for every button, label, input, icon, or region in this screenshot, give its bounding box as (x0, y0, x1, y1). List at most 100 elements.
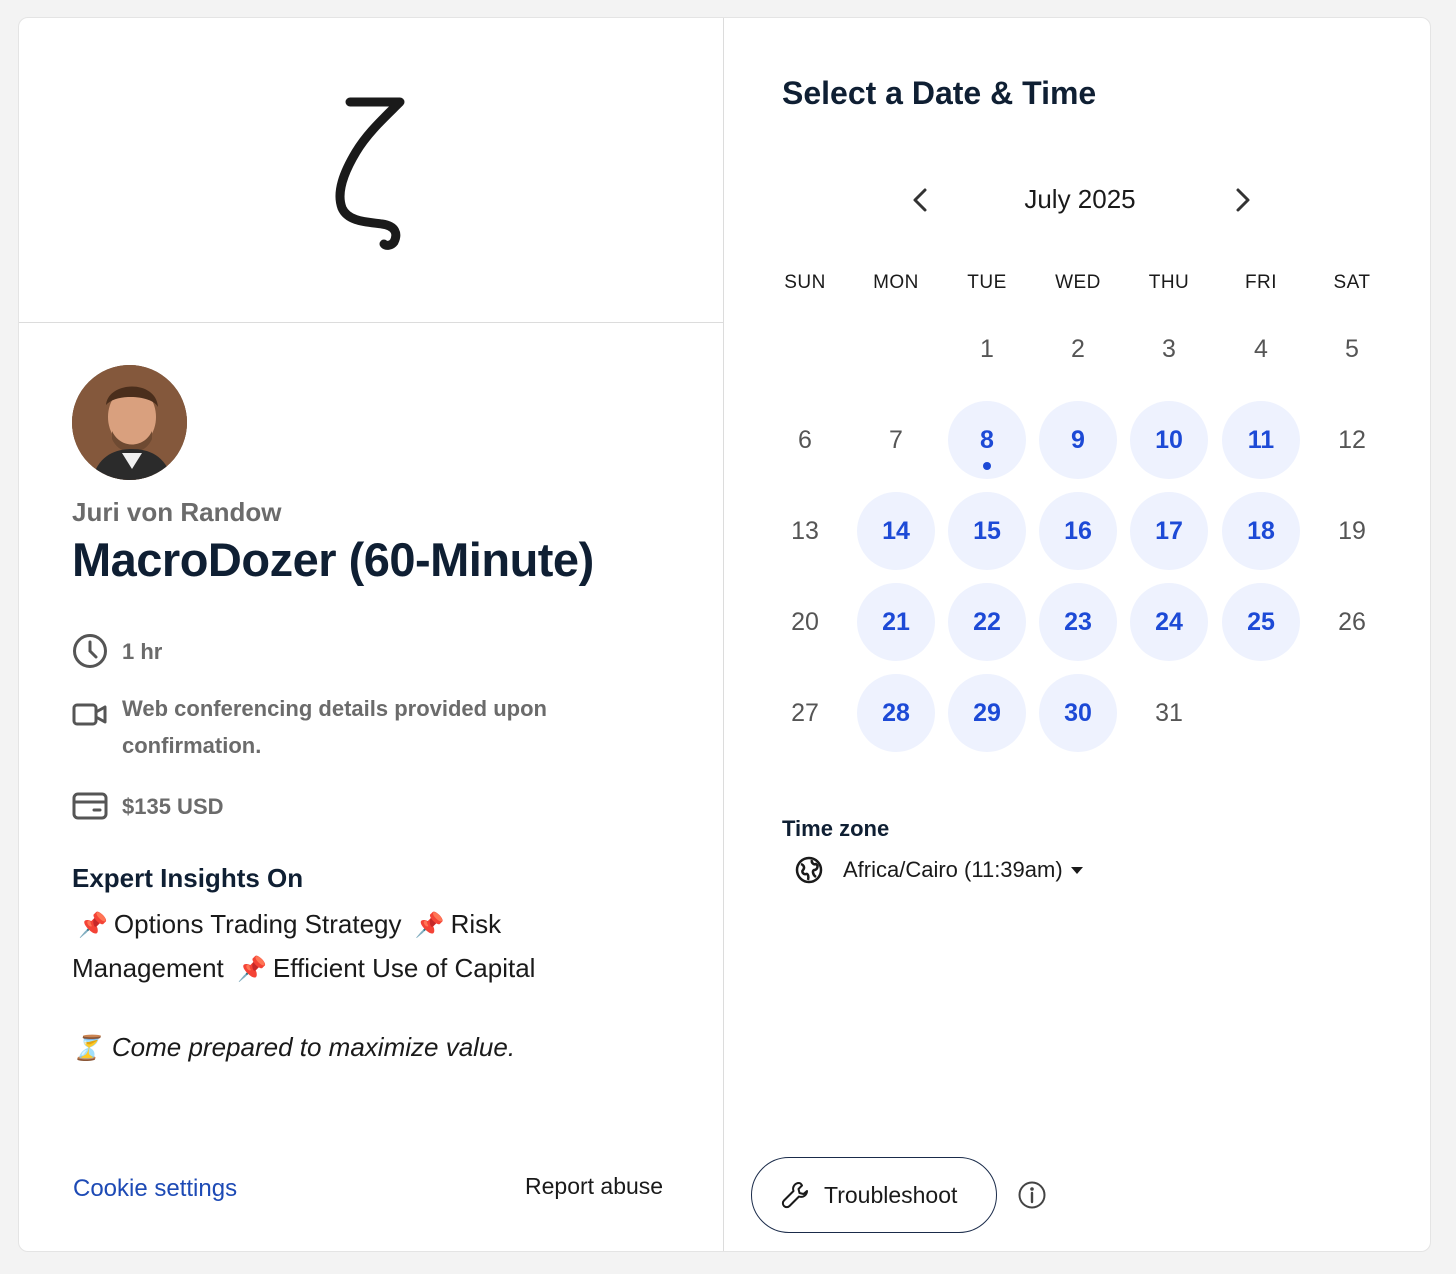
calendar-day: 12 (1313, 401, 1391, 479)
logo-area (19, 18, 724, 323)
calendar-day[interactable]: 15 (948, 492, 1026, 570)
calendar-day[interactable]: 14 (857, 492, 935, 570)
calendar-day[interactable]: 22 (948, 583, 1026, 661)
calendar-day: 4 (1222, 310, 1300, 388)
duration-text: 1 hr (122, 639, 163, 664)
day-number: 24 (1155, 607, 1183, 636)
month-label: July 2025 (1024, 184, 1136, 214)
weekday-sun: SUN (784, 272, 826, 293)
pushpin-icon: 📌 (414, 912, 445, 939)
day-number: 27 (791, 698, 819, 727)
calendar-day: 31 (1130, 674, 1208, 752)
timezone-select[interactable]: Africa/Cairo (11:39am) (795, 856, 1083, 884)
booking-card: Juri von Randow MacroDozer (60-Minute) 1… (18, 17, 1431, 1252)
day-number: 17 (1155, 516, 1183, 545)
day-number: 21 (882, 607, 910, 636)
conferencing-text: Web conferencing details provided upon c… (122, 696, 547, 758)
day-number: 18 (1247, 516, 1275, 545)
calendar-day: 13 (766, 492, 844, 570)
hourglass-icon: ⏳ (72, 1035, 102, 1062)
zeta-logo (335, 97, 405, 250)
day-number: 14 (882, 516, 910, 545)
day-number: 19 (1338, 516, 1366, 545)
insights-list: 📌 Options Trading Strategy 📌 Risk Manageme… (72, 903, 632, 991)
insight-item: Options Trading Strategy (113, 909, 402, 939)
wrench-icon (781, 1182, 808, 1209)
price-row: $135 USD (72, 788, 224, 825)
calendar-day: 2 (1039, 310, 1117, 388)
date-picker-panel: Select a Date & Time July 2025 SUN MON TUE… (725, 18, 1430, 1251)
day-number: 5 (1345, 334, 1359, 363)
calendar-day: 5 (1313, 310, 1391, 388)
weekday-tue: TUE (967, 272, 1007, 293)
today-indicator (983, 462, 991, 470)
weekday-wed: WED (1055, 272, 1101, 293)
day-number: 25 (1247, 607, 1275, 636)
calendar-day[interactable]: 24 (1130, 583, 1208, 661)
host-avatar (72, 365, 187, 480)
prep-note: ⏳ Come prepared to maximize value. (72, 1032, 515, 1063)
price-text: $135 USD (122, 794, 224, 819)
report-abuse-link[interactable]: Report abuse (525, 1173, 663, 1200)
day-number: 8 (980, 425, 994, 454)
month-navigation: July 2025 (725, 178, 1430, 222)
calendar-day[interactable]: 16 (1039, 492, 1117, 570)
calendar-day[interactable]: 25 (1222, 583, 1300, 661)
calendar-day: 27 (766, 674, 844, 752)
day-number: 23 (1064, 607, 1092, 636)
day-number: 9 (1071, 425, 1085, 454)
day-number: 20 (791, 607, 819, 636)
calendar-day[interactable]: 10 (1130, 401, 1208, 479)
day-number: 29 (973, 698, 1001, 727)
calendar-day[interactable]: 17 (1130, 492, 1208, 570)
day-number: 13 (791, 516, 819, 545)
calendar-day[interactable]: 28 (857, 674, 935, 752)
pushpin-icon: 📌 (237, 956, 267, 983)
insight-item: Management (72, 953, 224, 983)
day-number: 1 (980, 334, 994, 363)
duration-row: 1 hr (72, 633, 162, 670)
prep-text: Come prepared to maximize value. (111, 1032, 516, 1062)
insight-item: Risk (450, 909, 502, 939)
calendar-day: 19 (1313, 492, 1391, 570)
day-number: 30 (1064, 698, 1092, 727)
timezone-value: Africa/Cairo (11:39am) (843, 857, 1063, 882)
host-name: Juri von Randow (72, 497, 282, 527)
calendar-day: 20 (766, 583, 844, 661)
calendar-day: 3 (1130, 310, 1208, 388)
calendar-day[interactable]: 23 (1039, 583, 1117, 661)
insights-heading: Expert Insights On (72, 863, 304, 893)
chevron-right-icon[interactable] (1222, 178, 1262, 222)
calendar-day[interactable]: 29 (948, 674, 1026, 752)
video-camera-icon (72, 703, 107, 726)
weekday-sat: SAT (1333, 272, 1371, 293)
day-number: 12 (1338, 425, 1366, 454)
clock-icon (73, 634, 107, 668)
calendar-day[interactable]: 11 (1222, 401, 1300, 479)
calendar-day[interactable]: 30 (1039, 674, 1117, 752)
calendar-day: 1 (948, 310, 1026, 388)
troubleshoot-button[interactable]: Troubleshoot (751, 1157, 997, 1233)
info-icon[interactable] (1017, 1180, 1047, 1210)
day-number: 3 (1162, 334, 1176, 363)
calendar-day[interactable]: 9 (1039, 401, 1117, 479)
troubleshoot-label: Troubleshoot (824, 1181, 958, 1208)
day-number: 15 (973, 516, 1001, 545)
calendar-day[interactable]: 8 (948, 401, 1026, 479)
weekday-thu: THU (1148, 272, 1190, 293)
day-number: 10 (1155, 425, 1183, 454)
day-number: 7 (889, 425, 903, 454)
globe-icon (795, 856, 823, 884)
weekday-fri: FRI (1244, 272, 1278, 293)
day-number: 31 (1155, 698, 1183, 727)
day-number: 6 (798, 425, 812, 454)
day-number: 26 (1338, 607, 1366, 636)
day-number: 11 (1247, 425, 1275, 454)
credit-card-icon (72, 792, 108, 820)
calendar-day[interactable]: 18 (1222, 492, 1300, 570)
cookie-settings-link[interactable]: Cookie settings (73, 1175, 237, 1203)
calendar-day: 6 (766, 401, 844, 479)
calendar-day[interactable]: 21 (857, 583, 935, 661)
day-number: 28 (882, 698, 910, 727)
event-title: MacroDozer (60-Minute) (72, 533, 594, 586)
